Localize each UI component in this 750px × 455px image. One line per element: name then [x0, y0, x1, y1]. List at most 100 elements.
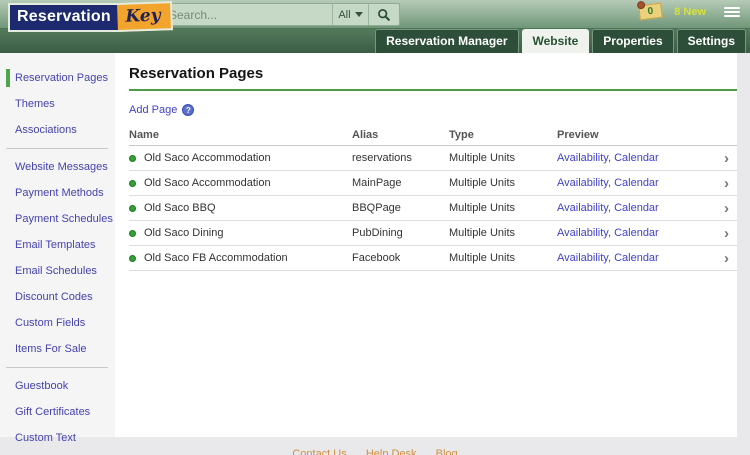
- sidebar-item-label: Discount Codes: [15, 291, 93, 303]
- page-type: Multiple Units: [449, 202, 557, 214]
- sidebar-item-discount-codes[interactable]: Discount Codes: [0, 284, 115, 310]
- status-dot-icon: [129, 205, 136, 212]
- sidebar-item-label: Custom Fields: [15, 317, 85, 329]
- sidebar-item-label: Payment Methods: [15, 187, 104, 199]
- table-row[interactable]: Old Saco Dining PubDining Multiple Units…: [129, 221, 737, 246]
- sidebar-item-items-for-sale[interactable]: Items For Sale: [0, 336, 115, 362]
- footer-link-help-desk[interactable]: Help Desk: [366, 448, 417, 455]
- footer: Contact Us Help Desk Blog: [0, 448, 750, 455]
- chevron-right-icon[interactable]: ›: [724, 250, 729, 267]
- title-divider: [129, 89, 737, 91]
- sidebar-item-email-templates[interactable]: Email Templates: [0, 232, 115, 258]
- chevron-right-icon[interactable]: ›: [724, 175, 729, 192]
- reservation-pages-table: Name Alias Type Preview Old Saco Accommo…: [129, 124, 737, 271]
- table-row[interactable]: Old Saco Accommodation MainPage Multiple…: [129, 171, 737, 196]
- sidebar-item-website-messages[interactable]: Website Messages: [0, 154, 115, 180]
- availability-link[interactable]: Availability: [557, 252, 608, 264]
- sidebar-item-gift-certificates[interactable]: Gift Certificates: [0, 399, 115, 425]
- header: Reservation Key All 0 8 New: [0, 0, 750, 29]
- sidebar-item-label: Website Messages: [15, 161, 108, 173]
- tab-reservation-manager[interactable]: Reservation Manager: [375, 29, 518, 53]
- chevron-down-icon: [355, 12, 363, 17]
- column-header-name: Name: [129, 129, 352, 141]
- right-gutter: [737, 53, 750, 437]
- chevron-right-icon[interactable]: ›: [724, 200, 729, 217]
- new-reservations-link[interactable]: 8 New: [674, 6, 706, 18]
- page-alias: MainPage: [352, 177, 449, 189]
- sidebar-item-payment-schedules[interactable]: Payment Schedules: [0, 206, 115, 232]
- sidebar-item-label: Items For Sale: [15, 343, 87, 355]
- add-page-link[interactable]: Add Page: [129, 104, 177, 116]
- app-logo[interactable]: Reservation Key: [8, 3, 173, 32]
- search-icon: [377, 8, 391, 22]
- page-alias: BBQPage: [352, 202, 449, 214]
- table-row[interactable]: Old Saco BBQ BBQPage Multiple Units Avai…: [129, 196, 737, 221]
- chevron-right-icon[interactable]: ›: [724, 150, 729, 167]
- tab-website[interactable]: Website: [522, 29, 590, 53]
- availability-link[interactable]: Availability: [557, 152, 608, 164]
- calendar-link[interactable]: Calendar: [614, 177, 659, 189]
- sidebar-item-label: Guestbook: [15, 380, 68, 392]
- sidebar-item-associations[interactable]: Associations: [0, 117, 115, 143]
- status-dot-icon: [129, 180, 136, 187]
- sidebar-item-label: Email Templates: [15, 239, 96, 251]
- status-dot-icon: [129, 155, 136, 162]
- page-type: Multiple Units: [449, 227, 557, 239]
- calendar-link[interactable]: Calendar: [614, 202, 659, 214]
- main-nav-tabs: Reservation Manager Website Properties S…: [0, 29, 750, 53]
- search-scope-dropdown[interactable]: All: [332, 4, 368, 25]
- sidebar-item-label: Themes: [15, 98, 55, 110]
- calendar-link[interactable]: Calendar: [614, 152, 659, 164]
- column-header-alias: Alias: [352, 129, 449, 141]
- notification-area: 0 8 New: [639, 4, 740, 19]
- sidebar-item-themes[interactable]: Themes: [0, 91, 115, 117]
- sidebar-item-payment-methods[interactable]: Payment Methods: [0, 180, 115, 206]
- menu-icon[interactable]: [724, 5, 740, 19]
- sidebar-item-label: Custom Text: [15, 432, 76, 444]
- calendar-link[interactable]: Calendar: [614, 252, 659, 264]
- sidebar-item-label: Email Schedules: [15, 265, 97, 277]
- sidebar-item-guestbook[interactable]: Guestbook: [0, 373, 115, 399]
- availability-link[interactable]: Availability: [557, 227, 608, 239]
- page-title: Reservation Pages: [129, 65, 737, 82]
- status-dot-icon: [129, 230, 136, 237]
- sidebar-item-label: Reservation Pages: [15, 72, 108, 84]
- page-type: Multiple Units: [449, 152, 557, 164]
- sidebar-item-email-schedules[interactable]: Email Schedules: [0, 258, 115, 284]
- column-header-type: Type: [449, 129, 557, 141]
- page-alias: reservations: [352, 152, 449, 164]
- availability-link[interactable]: Availability: [557, 202, 608, 214]
- table-row[interactable]: Old Saco Accommodation reservations Mult…: [129, 146, 737, 171]
- notes-icon[interactable]: 0: [638, 3, 663, 21]
- search-button[interactable]: [368, 4, 399, 25]
- status-dot-icon: [129, 255, 136, 262]
- sidebar-divider: [6, 148, 108, 149]
- sidebar-item-custom-fields[interactable]: Custom Fields: [0, 310, 115, 336]
- page-name: Old Saco BBQ: [144, 202, 216, 214]
- logo-text-key: Key: [117, 1, 173, 32]
- help-icon[interactable]: ?: [182, 104, 194, 116]
- footer-link-contact[interactable]: Contact Us: [292, 448, 346, 455]
- column-header-preview: Preview: [557, 129, 713, 141]
- page-name: Old Saco Accommodation: [144, 177, 271, 189]
- tab-settings[interactable]: Settings: [677, 29, 746, 53]
- page-type: Multiple Units: [449, 252, 557, 264]
- page-alias: PubDining: [352, 227, 449, 239]
- page-name: Old Saco Accommodation: [144, 152, 271, 164]
- chevron-right-icon[interactable]: ›: [724, 225, 729, 242]
- table-header-row: Name Alias Type Preview: [129, 124, 737, 146]
- page-name: Old Saco Dining: [144, 227, 224, 239]
- page-name: Old Saco FB Accommodation: [144, 252, 288, 264]
- sidebar-item-reservation-pages[interactable]: Reservation Pages: [0, 65, 115, 91]
- calendar-link[interactable]: Calendar: [614, 227, 659, 239]
- tab-properties[interactable]: Properties: [592, 29, 673, 53]
- table-row[interactable]: Old Saco FB Accommodation Facebook Multi…: [129, 246, 737, 271]
- search-input[interactable]: [161, 4, 332, 25]
- footer-link-blog[interactable]: Blog: [436, 448, 458, 455]
- availability-link[interactable]: Availability: [557, 177, 608, 189]
- page-type: Multiple Units: [449, 177, 557, 189]
- sidebar-divider: [6, 367, 108, 368]
- sidebar-item-label: Associations: [15, 124, 77, 136]
- sidebar-item-label: Payment Schedules: [15, 213, 113, 225]
- active-indicator: [6, 69, 10, 87]
